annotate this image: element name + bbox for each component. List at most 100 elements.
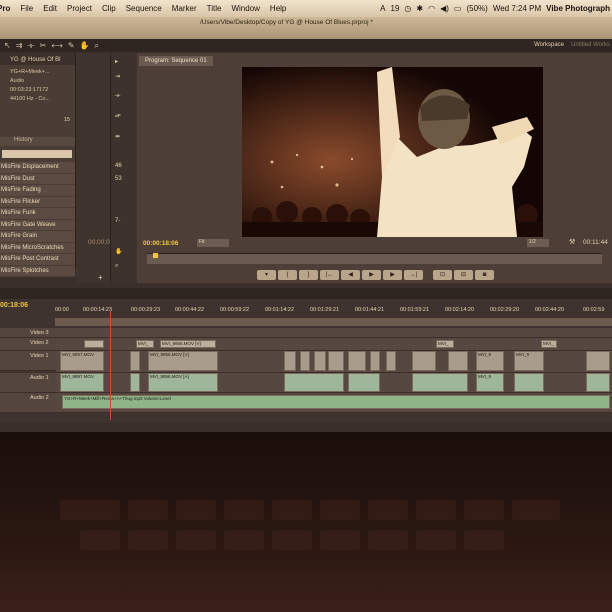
effects-search-input[interactable] <box>2 150 72 158</box>
video-preview[interactable] <box>242 67 543 237</box>
effect-item[interactable]: MisFire MicroScratches <box>0 242 75 254</box>
timeline-clip[interactable]: MVI_9897.MOV <box>60 373 104 392</box>
menu-clip[interactable]: Clip <box>97 4 121 13</box>
timeline-clip[interactable] <box>586 351 610 371</box>
timeline-clip[interactable] <box>130 373 140 392</box>
effect-item[interactable]: MisFire Displacement <box>0 162 75 174</box>
timeline-clip[interactable]: MVI_9956.MOV [A] <box>148 373 218 392</box>
timeline-clip[interactable] <box>448 351 468 371</box>
bluetooth-icon[interactable]: ✱ <box>416 4 423 13</box>
app-menu[interactable]: Pro <box>0 4 15 13</box>
track-header-audio2[interactable]: Audio 2 <box>0 393 56 413</box>
resolution-select[interactable]: 1/2 <box>527 239 549 247</box>
track-audio2[interactable]: YG+R+Meek+Mill+Rema+A+Thug.mp3 Volume:Le… <box>56 393 612 413</box>
track-header-audio1[interactable]: Audio 1 <box>0 373 56 393</box>
menu-project[interactable]: Project <box>62 4 97 13</box>
timeline-clip[interactable] <box>284 351 296 371</box>
timeline-clip[interactable]: MVI_ <box>436 340 454 348</box>
selection-tool-icon[interactable]: ↖ <box>4 41 11 51</box>
extract-icon[interactable]: ⊟ <box>454 270 473 280</box>
wrench-icon[interactable]: ⚒ <box>569 238 575 246</box>
add-marker-icon[interactable]: ▾ <box>257 270 276 280</box>
effect-item[interactable]: MisFire Dust <box>0 173 75 185</box>
timeline-clip[interactable] <box>412 373 468 392</box>
effect-item[interactable]: MisFire Post Contrast <box>0 254 75 266</box>
menu-file[interactable]: File <box>15 4 38 13</box>
timeline-clip[interactable] <box>412 351 436 371</box>
add-icon[interactable]: + <box>98 273 103 282</box>
menu-title[interactable]: Title <box>202 4 227 13</box>
menu-sequence[interactable]: Sequence <box>121 4 167 13</box>
track-header-video1[interactable]: Video 1 <box>0 351 56 371</box>
effect-item[interactable]: MisFire Splotches <box>0 265 75 277</box>
adobe-icon[interactable]: A <box>380 4 385 13</box>
program-scrub-bar[interactable] <box>147 253 602 264</box>
zoom-icon[interactable]: ⌕ <box>115 263 118 270</box>
music-clip[interactable]: YG+R+Meek+Mill+Rema+A+Thug.mp3 Volume:Le… <box>62 395 610 409</box>
ripple-icon[interactable]: ⟛ <box>115 93 120 100</box>
menu-marker[interactable]: Marker <box>167 4 202 13</box>
program-current-timecode[interactable]: 00:00:18:06 <box>143 240 178 247</box>
timeline-clip[interactable] <box>84 340 104 348</box>
track-audio1[interactable]: MVI_9897.MOV MVI_9956.MOV [A] MVI_9 <box>56 373 612 393</box>
timeline-clip[interactable]: MVI_9956.MOV [V] <box>160 340 216 348</box>
timeline-clip[interactable] <box>284 373 344 392</box>
step-forward-icon[interactable]: ▶ <box>383 270 402 280</box>
track-select-icon[interactable]: ⇉ <box>16 41 23 51</box>
rolling-icon[interactable]: ⟚ <box>115 113 121 120</box>
menu-help[interactable]: Help <box>265 4 291 13</box>
timeline-clip[interactable]: MVI_ <box>136 340 154 348</box>
slip-tool-icon[interactable]: ⟷ <box>51 41 62 51</box>
selection-icon[interactable]: ▸ <box>115 58 118 65</box>
play-icon[interactable]: ▶ <box>362 270 381 280</box>
timeline-clip[interactable] <box>586 373 610 392</box>
track-header-video3[interactable]: Video 3 <box>0 328 56 338</box>
menu-window[interactable]: Window <box>226 4 264 13</box>
mark-in-icon[interactable]: { <box>278 270 297 280</box>
razor-tool-icon[interactable]: ✂ <box>40 41 47 51</box>
tab-program-monitor[interactable]: Program: Sequence 01 <box>139 56 213 66</box>
timeline-clip[interactable] <box>370 351 380 371</box>
timeline-clip[interactable] <box>348 373 380 392</box>
rate-stretch-icon[interactable]: ⇹ <box>115 133 120 140</box>
timeline-playhead[interactable] <box>110 310 111 420</box>
work-area-bar[interactable] <box>55 318 612 326</box>
effect-item[interactable]: MisFire Grain <box>0 231 75 243</box>
timeline-clip[interactable]: MVI_9 <box>476 351 504 371</box>
effect-item[interactable]: MisFire Flicker <box>0 196 75 208</box>
zoom-fit-select[interactable]: Fit <box>197 239 229 247</box>
export-frame-icon[interactable]: ◙ <box>475 270 494 280</box>
timeline-clip[interactable] <box>386 351 396 371</box>
timeline-clip[interactable] <box>348 351 366 371</box>
battery-icon[interactable]: ▭ <box>454 4 462 13</box>
track-video3[interactable] <box>56 328 612 338</box>
clock[interactable]: Wed 7:24 PM <box>493 4 541 13</box>
wifi-icon[interactable]: ◠ <box>428 4 435 13</box>
timeline-clip[interactable] <box>514 373 544 392</box>
timeline-clip[interactable] <box>300 351 310 371</box>
zoom-tool-icon[interactable]: ⌕ <box>95 41 99 51</box>
user-menu[interactable]: Vibe Photograph <box>546 4 610 13</box>
track-video2[interactable]: MVI_ MVI_9956.MOV [V] MVI_ MVI_ <box>56 338 612 351</box>
effect-item[interactable]: MisFire Gate Weave <box>0 219 75 231</box>
effect-item[interactable]: MisFire Fading <box>0 185 75 197</box>
timeline-clip[interactable]: MVI_9956.MOV [V] <box>148 351 218 371</box>
timeline-clip[interactable] <box>130 351 140 371</box>
track-select-tool-icon[interactable]: ⇥ <box>115 73 120 80</box>
volume-icon[interactable]: ◀) <box>440 4 449 13</box>
hand-icon[interactable]: ✋ <box>115 248 122 255</box>
effect-item[interactable]: MisFire Funk <box>0 208 75 220</box>
timeline-clip[interactable] <box>314 351 326 371</box>
mark-out-icon[interactable]: } <box>299 270 318 280</box>
step-back-icon[interactable]: ◀ <box>341 270 360 280</box>
tab-history[interactable]: History <box>0 137 75 146</box>
track-video1[interactable]: MVI_9897.MOV MVI_9956.MOV [V] MVI_9 MVI_… <box>56 351 612 373</box>
hand-tool-icon[interactable]: ✋ <box>80 41 90 51</box>
timeline-clip[interactable]: MVI_9 <box>514 351 544 371</box>
timeline-clip[interactable]: MVI_9 <box>476 373 504 392</box>
status-count[interactable]: 19 <box>391 4 400 13</box>
timeline-current-timecode[interactable]: 00:18:06 <box>0 302 28 309</box>
project-name[interactable]: YG @ House Of Bl <box>0 53 75 65</box>
go-to-in-icon[interactable]: |← <box>320 270 339 280</box>
ripple-edit-icon[interactable]: ⟛ <box>27 41 34 51</box>
